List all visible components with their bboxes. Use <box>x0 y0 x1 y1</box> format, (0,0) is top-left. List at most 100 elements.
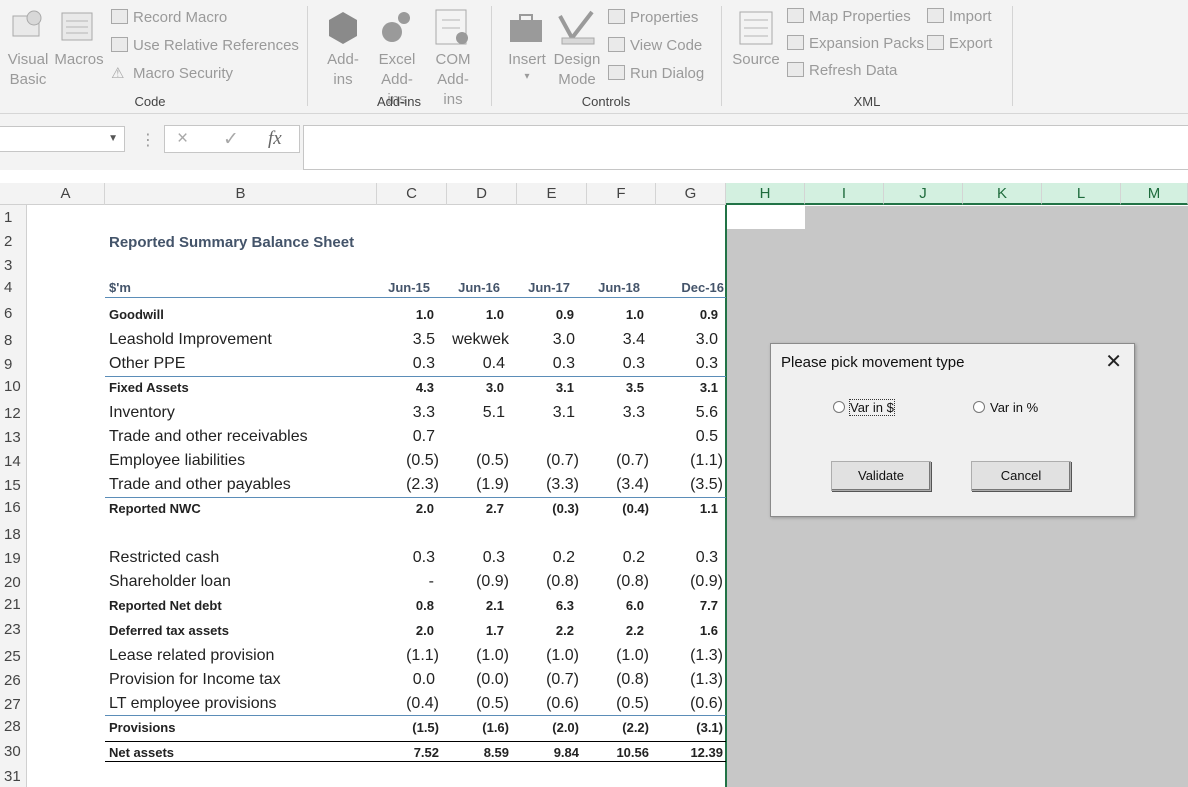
value-cell[interactable]: (0.6) <box>546 695 579 713</box>
row-header-16[interactable]: 16 <box>0 499 26 516</box>
value-cell[interactable]: (1.3) <box>690 647 723 665</box>
value-cell[interactable]: (1.1) <box>690 452 723 470</box>
value-cell[interactable]: 1.0 <box>416 307 434 322</box>
value-cell[interactable]: 2.0 <box>416 623 434 638</box>
value-cell[interactable]: 0.3 <box>623 355 645 373</box>
value-cell[interactable]: (0.3) <box>552 501 579 516</box>
row-header-13[interactable]: 13 <box>0 429 26 446</box>
formula-input[interactable] <box>303 125 1188 170</box>
close-icon[interactable]: ✕ <box>1105 352 1122 372</box>
value-cell[interactable]: (0.7) <box>546 671 579 689</box>
value-cell[interactable]: 2.1 <box>486 598 504 613</box>
value-cell[interactable]: (0.9) <box>690 573 723 591</box>
design-mode-button[interactable]: Design Mode <box>550 50 604 90</box>
row-header-31[interactable]: 31 <box>0 768 26 785</box>
value-cell[interactable]: 2.2 <box>626 623 644 638</box>
value-cell[interactable]: (0.4) <box>622 501 649 516</box>
properties-button[interactable]: Properties <box>608 8 698 28</box>
formula-bar-grip-icon[interactable]: ⋮ <box>140 130 156 150</box>
row-header-28[interactable]: 28 <box>0 718 26 735</box>
value-cell[interactable]: (1.1) <box>406 647 439 665</box>
macro-security-button[interactable]: ⚠ Macro Security <box>111 64 233 84</box>
value-cell[interactable]: 7.7 <box>700 598 718 613</box>
row-header-10[interactable]: 10 <box>0 378 26 395</box>
value-cell[interactable]: 0.3 <box>413 549 435 567</box>
export-button[interactable]: Export <box>927 34 992 54</box>
value-cell[interactable]: 0.9 <box>556 307 574 322</box>
value-cell[interactable]: (2.2) <box>622 720 649 735</box>
value-cell[interactable]: (0.4) <box>406 695 439 713</box>
value-cell[interactable]: (0.6) <box>690 695 723 713</box>
value-cell[interactable]: (0.8) <box>546 573 579 591</box>
value-cell[interactable]: (0.5) <box>616 695 649 713</box>
value-cell[interactable]: 4.3 <box>416 380 434 395</box>
value-cell[interactable]: (3.3) <box>546 476 579 494</box>
value-cell[interactable]: 3.4 <box>623 331 645 349</box>
value-cell[interactable]: 0.3 <box>696 549 718 567</box>
record-macro-button[interactable]: Record Macro <box>111 8 227 28</box>
value-cell[interactable]: (2.3) <box>406 476 439 494</box>
addins-button[interactable]: Add-ins <box>320 50 366 90</box>
value-cell[interactable]: (0.9) <box>476 573 509 591</box>
value-cell[interactable]: 0.2 <box>623 549 645 567</box>
macros-button[interactable]: Macros <box>54 50 104 70</box>
column-header-k[interactable]: K <box>963 183 1042 205</box>
value-cell[interactable]: 3.0 <box>486 380 504 395</box>
row-header-6[interactable]: 6 <box>0 305 26 322</box>
value-cell[interactable]: (2.0) <box>552 720 579 735</box>
value-cell[interactable]: 3.3 <box>413 404 435 422</box>
value-cell[interactable]: 6.3 <box>556 598 574 613</box>
row-header-18[interactable]: 18 <box>0 526 26 543</box>
refresh-data-button[interactable]: Refresh Data <box>787 61 897 81</box>
value-cell[interactable]: 5.6 <box>696 404 718 422</box>
row-header-23[interactable]: 23 <box>0 621 26 638</box>
active-cell[interactable] <box>726 206 805 229</box>
value-cell[interactable]: 0.2 <box>553 549 575 567</box>
value-cell[interactable]: (1.0) <box>476 647 509 665</box>
value-cell[interactable]: (1.6) <box>482 720 509 735</box>
value-cell[interactable]: 3.0 <box>553 331 575 349</box>
value-cell[interactable]: 7.52 <box>414 745 439 760</box>
value-cell[interactable]: 0.3 <box>553 355 575 373</box>
value-cell[interactable]: 0.3 <box>483 549 505 567</box>
value-cell[interactable]: (0.8) <box>616 671 649 689</box>
value-cell[interactable]: 3.5 <box>413 331 435 349</box>
view-code-button[interactable]: View Code <box>608 36 702 56</box>
value-cell[interactable]: 6.0 <box>626 598 644 613</box>
column-header-g[interactable]: G <box>656 183 726 205</box>
insert-function-icon[interactable]: fx <box>268 128 282 150</box>
value-cell[interactable]: (1.0) <box>616 647 649 665</box>
value-cell[interactable]: (0.7) <box>616 452 649 470</box>
row-header-8[interactable]: 8 <box>0 332 26 349</box>
value-cell[interactable]: (3.1) <box>696 720 723 735</box>
value-cell[interactable]: (3.5) <box>690 476 723 494</box>
value-cell[interactable]: 1.6 <box>700 623 718 638</box>
value-cell[interactable]: (0.8) <box>616 573 649 591</box>
column-header-d[interactable]: D <box>447 183 517 205</box>
value-cell[interactable]: wekwek <box>452 331 509 349</box>
row-header-12[interactable]: 12 <box>0 405 26 422</box>
value-cell[interactable]: 1.0 <box>626 307 644 322</box>
value-cell[interactable]: 2.0 <box>416 501 434 516</box>
value-cell[interactable]: 1.7 <box>486 623 504 638</box>
value-cell[interactable]: (1.9) <box>476 476 509 494</box>
row-header-2[interactable]: 2 <box>0 233 26 250</box>
value-cell[interactable]: 1.1 <box>700 501 718 516</box>
column-header-m[interactable]: M <box>1121 183 1188 205</box>
radio-circle[interactable] <box>833 401 845 413</box>
value-cell[interactable]: 9.84 <box>554 745 579 760</box>
value-cell[interactable]: (1.0) <box>546 647 579 665</box>
radio-circle[interactable] <box>973 401 985 413</box>
value-cell[interactable]: (0.5) <box>406 452 439 470</box>
value-cell[interactable]: 3.1 <box>553 404 575 422</box>
visual-basic-button[interactable]: Visual Basic <box>4 50 52 90</box>
source-button[interactable]: Source <box>730 50 782 70</box>
column-header-l[interactable]: L <box>1042 183 1121 205</box>
value-cell[interactable]: 2.7 <box>486 501 504 516</box>
column-header-j[interactable]: J <box>884 183 963 205</box>
row-header-20[interactable]: 20 <box>0 574 26 591</box>
value-cell[interactable]: 1.0 <box>486 307 504 322</box>
column-header-b[interactable]: B <box>105 183 377 205</box>
map-properties-button[interactable]: Map Properties <box>787 7 911 27</box>
value-cell[interactable]: 0.7 <box>413 428 435 446</box>
